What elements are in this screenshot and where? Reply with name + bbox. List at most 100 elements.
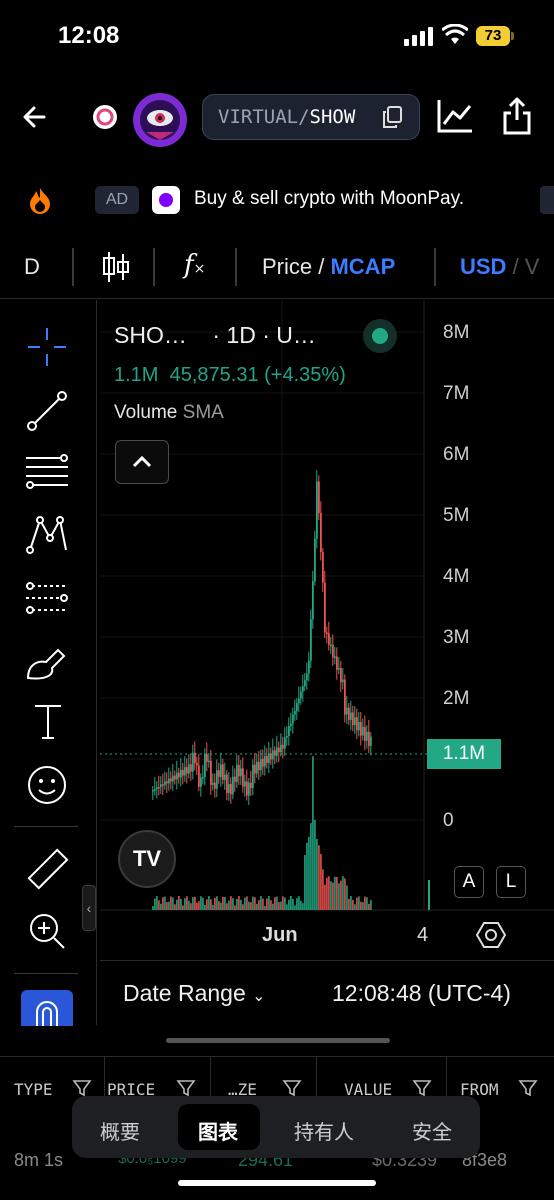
volume-bar <box>358 896 360 910</box>
candle-body <box>200 777 202 787</box>
interval-selector[interactable]: D <box>24 254 40 280</box>
sheet-handle[interactable] <box>166 1038 390 1043</box>
volume-bar <box>236 898 238 910</box>
volume-bar <box>274 897 276 910</box>
brush-icon[interactable] <box>24 642 70 682</box>
toolbar-collapse-handle[interactable]: ‹ <box>82 885 96 931</box>
signal-icon <box>404 27 433 46</box>
tab-overview[interactable]: 概要 <box>100 1116 140 1145</box>
candle-body <box>254 764 256 774</box>
volume-bar <box>330 881 332 910</box>
chart-clock: 12:08:48 (UTC-4) <box>332 980 511 1006</box>
trendline-icon[interactable] <box>26 390 68 432</box>
volume-bar <box>168 901 170 910</box>
volume-bar <box>344 878 346 910</box>
tab-holders[interactable]: 持有人 <box>294 1116 354 1145</box>
candle-body <box>276 747 278 756</box>
chart-legend-values: 1.1M 45,875.31 (+4.35%) <box>114 364 346 386</box>
settings-hex-icon[interactable] <box>476 920 506 950</box>
volume-bar <box>200 896 202 910</box>
forecast-icon[interactable] <box>24 578 70 618</box>
indicators-fx-icon[interactable]: f× <box>184 250 205 280</box>
candle-body <box>278 747 280 753</box>
tab-chart[interactable]: 图表 <box>198 1116 238 1145</box>
candle-body <box>300 691 302 699</box>
volume-bar <box>262 898 264 910</box>
date-range-selector[interactable]: Date Range ⌄ <box>123 980 266 1007</box>
candle-body <box>304 680 306 687</box>
magnet-icon <box>36 1001 58 1026</box>
back-arrow-icon[interactable] <box>22 104 48 130</box>
chart-legend-symbol[interactable]: SHO… · 1D · U… <box>114 322 316 349</box>
tab-security[interactable]: 安全 <box>412 1116 452 1145</box>
candle-body <box>202 777 204 779</box>
copy-icon[interactable] <box>382 106 402 128</box>
volume-bar <box>198 901 200 910</box>
filter-icon[interactable] <box>412 1078 432 1098</box>
candle-body <box>282 744 284 749</box>
volume-bar <box>354 904 356 910</box>
candle-body <box>284 737 286 749</box>
candle-body <box>192 752 194 772</box>
volume-bar <box>294 905 296 910</box>
text-tool-icon[interactable] <box>32 702 64 742</box>
volume-bar <box>154 898 156 910</box>
volume-bar <box>290 896 292 910</box>
price-mcap-toggle[interactable]: Price / MCAP <box>262 254 395 280</box>
zoom-in-icon[interactable] <box>26 910 68 952</box>
volume-bar <box>286 904 288 910</box>
auto-scale-button[interactable]: A <box>454 866 484 898</box>
volume-bar <box>212 904 214 910</box>
ruler-icon[interactable] <box>24 846 70 892</box>
share-icon[interactable] <box>502 96 532 136</box>
volume-bar <box>346 885 348 910</box>
volume-bar <box>306 842 308 910</box>
fib-retracement-icon[interactable] <box>24 452 70 492</box>
candle-body <box>238 765 240 777</box>
crosshair-icon[interactable] <box>26 326 68 368</box>
tradingview-logo[interactable]: TV <box>118 830 176 888</box>
candlestick-icon[interactable] <box>102 250 130 284</box>
rail-divider <box>14 973 78 974</box>
pattern-icon[interactable] <box>26 514 70 556</box>
legend-collapse-button[interactable] <box>115 440 169 484</box>
ad-next-item[interactable] <box>540 186 554 214</box>
volume-bar <box>316 838 318 910</box>
candle-body <box>208 760 210 763</box>
filter-icon[interactable] <box>176 1078 196 1098</box>
candle-body <box>340 668 342 683</box>
filter-icon[interactable] <box>518 1078 538 1098</box>
pair-label[interactable]: VIRTUAL/SHOW <box>218 106 355 128</box>
volume-bar <box>214 897 216 910</box>
toolbar-divider <box>153 248 155 286</box>
candle-body <box>336 656 338 670</box>
candle-body <box>258 761 260 771</box>
volume-bar <box>210 899 212 910</box>
volume-legend[interactable]: Volume SMA <box>114 402 224 424</box>
volume-bar <box>332 882 334 910</box>
volume-bar <box>220 902 222 910</box>
volume-bar <box>206 899 208 910</box>
candle-body <box>252 764 254 788</box>
column-header-type[interactable]: TYPE <box>14 1080 53 1099</box>
price-axis-label: 4M <box>443 566 470 587</box>
candle-body <box>160 784 162 788</box>
volume-bar <box>308 836 310 910</box>
candle-body <box>268 753 270 763</box>
home-indicator[interactable] <box>178 1180 376 1186</box>
volume-bar <box>166 902 168 910</box>
chevron-up-icon <box>132 455 152 468</box>
emoji-icon[interactable] <box>26 764 68 806</box>
filter-icon[interactable] <box>282 1078 302 1098</box>
chart-trend-icon[interactable] <box>436 98 474 134</box>
currency-toggle[interactable]: USD / V <box>460 254 539 280</box>
candle-body <box>328 633 330 645</box>
battery-tip <box>511 32 514 40</box>
candle-body <box>352 712 354 726</box>
volume-bar <box>176 899 178 910</box>
log-scale-button[interactable]: L <box>496 866 526 898</box>
candle-body <box>330 644 332 647</box>
ad-text[interactable]: Buy & sell crypto with MoonPay. <box>194 188 464 210</box>
candle-body <box>370 736 372 746</box>
filter-icon[interactable] <box>72 1078 92 1098</box>
